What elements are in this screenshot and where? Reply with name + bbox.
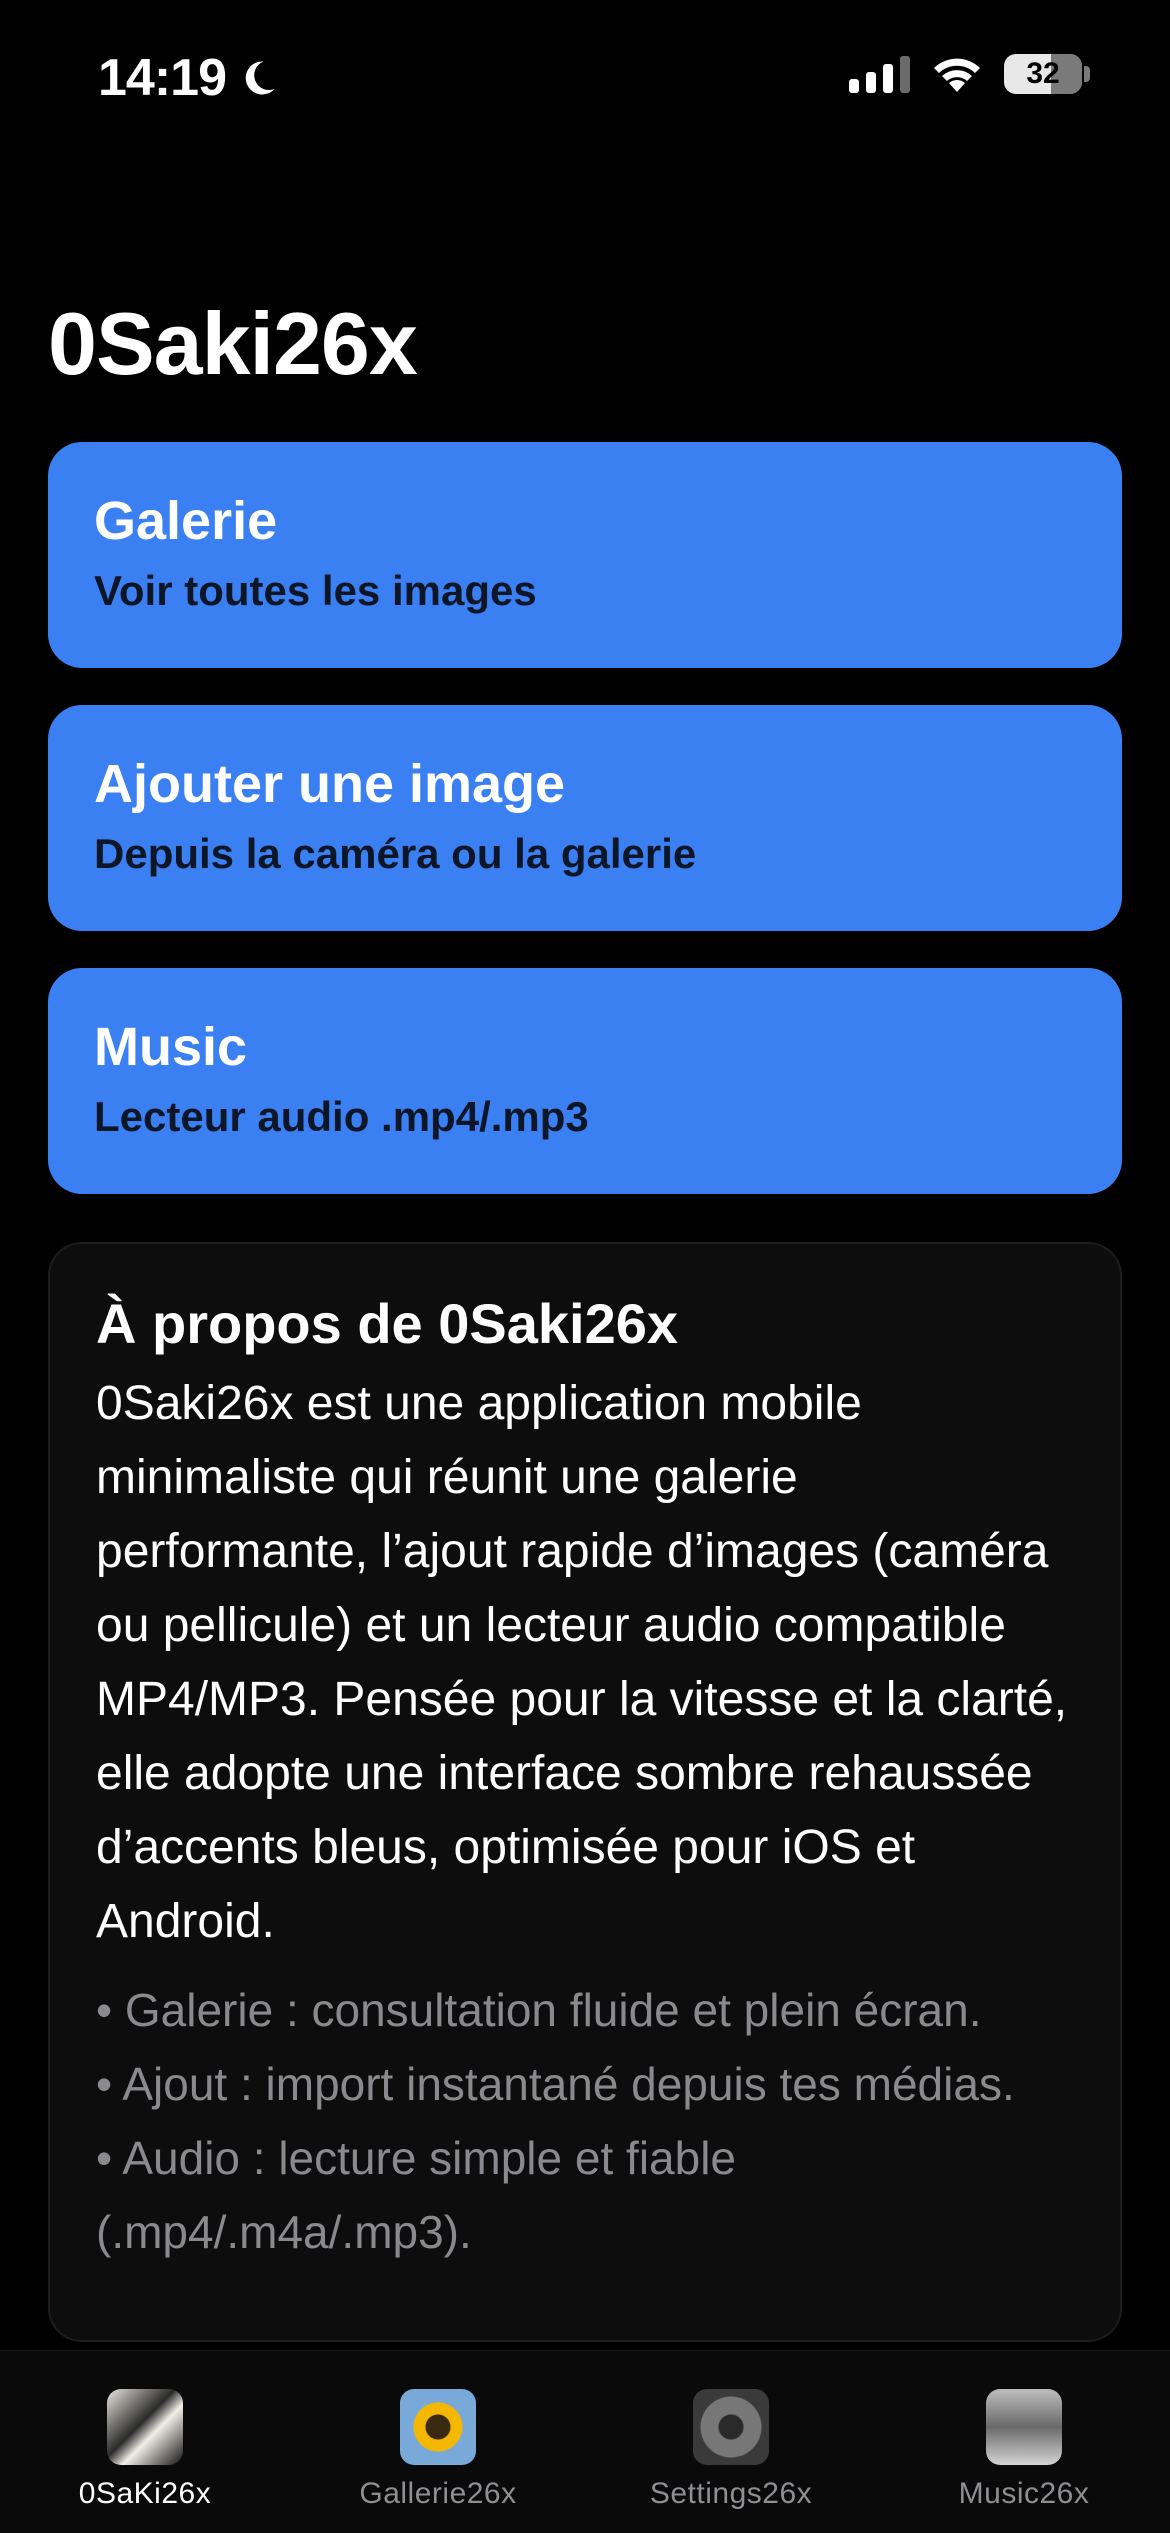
about-description: 0Saki26x est une application mobile mini… — [96, 1377, 1068, 1949]
card-title: Ajouter une image — [94, 754, 566, 814]
moon-icon — [245, 61, 275, 95]
status-bar: 14:19 32 — [0, 0, 1170, 150]
tab-label: Settings26x — [649, 2477, 813, 2510]
tab-gallerie26x[interactable]: Gallerie26x — [308, 2389, 568, 2511]
tab-label: 0SaKi26x — [78, 2477, 212, 2510]
feature-item: • Ajout : import instantané depuis tes m… — [96, 2058, 1015, 2111]
about-panel[interactable]: À propos de 0Saki26x 0Saki26x est une ap… — [48, 1242, 1122, 2342]
card-subtitle: Lecteur audio .mp4/.mp3 — [94, 1093, 589, 1140]
app-thumbnail-icon — [107, 2389, 183, 2465]
wifi-icon — [934, 58, 980, 92]
page-title: 0Saki26x — [48, 294, 418, 393]
feature-list: • Galerie : consultation fluide et plein… — [96, 1973, 1074, 2269]
tab-label: Gallerie26x — [359, 2477, 517, 2510]
tab-label: Music26x — [958, 2477, 1090, 2510]
status-time: 14:19 — [98, 48, 280, 108]
feature-item: • Galerie : consultation fluide et plein… — [96, 1984, 982, 2037]
card-subtitle: Voir toutes les images — [94, 567, 537, 614]
gear-icon — [693, 2389, 769, 2465]
music-card[interactable]: Music Lecteur audio .mp4/.mp3 — [48, 968, 1122, 1194]
card-subtitle: Depuis la caméra ou la galerie — [94, 830, 697, 877]
music-thumbnail-icon — [986, 2389, 1062, 2465]
galerie-card[interactable]: Galerie Voir toutes les images — [48, 442, 1122, 668]
feature-item: • Audio : lecture simple et fiable (.mp4… — [96, 2132, 737, 2259]
card-title: Galerie — [94, 491, 278, 551]
add-image-card[interactable]: Ajouter une image Depuis la caméra ou la… — [48, 705, 1122, 931]
tab-0saki26x[interactable]: 0SaKi26x — [15, 2389, 275, 2511]
about-title: À propos de 0Saki26x — [96, 1292, 679, 1355]
time-text: 14:19 — [98, 49, 227, 107]
tab-music26x[interactable]: Music26x — [894, 2389, 1154, 2511]
status-indicators: 32 — [849, 54, 1090, 94]
battery-icon: 32 — [1004, 54, 1090, 94]
battery-level: 32 — [1026, 57, 1060, 90]
sunflower-icon — [400, 2389, 476, 2465]
card-title: Music — [94, 1017, 248, 1077]
tab-settings26x[interactable]: Settings26x — [601, 2389, 861, 2511]
signal-icon — [849, 55, 910, 93]
tab-bar: 0SaKi26x Gallerie26x Settings26x Music26… — [0, 2350, 1170, 2533]
